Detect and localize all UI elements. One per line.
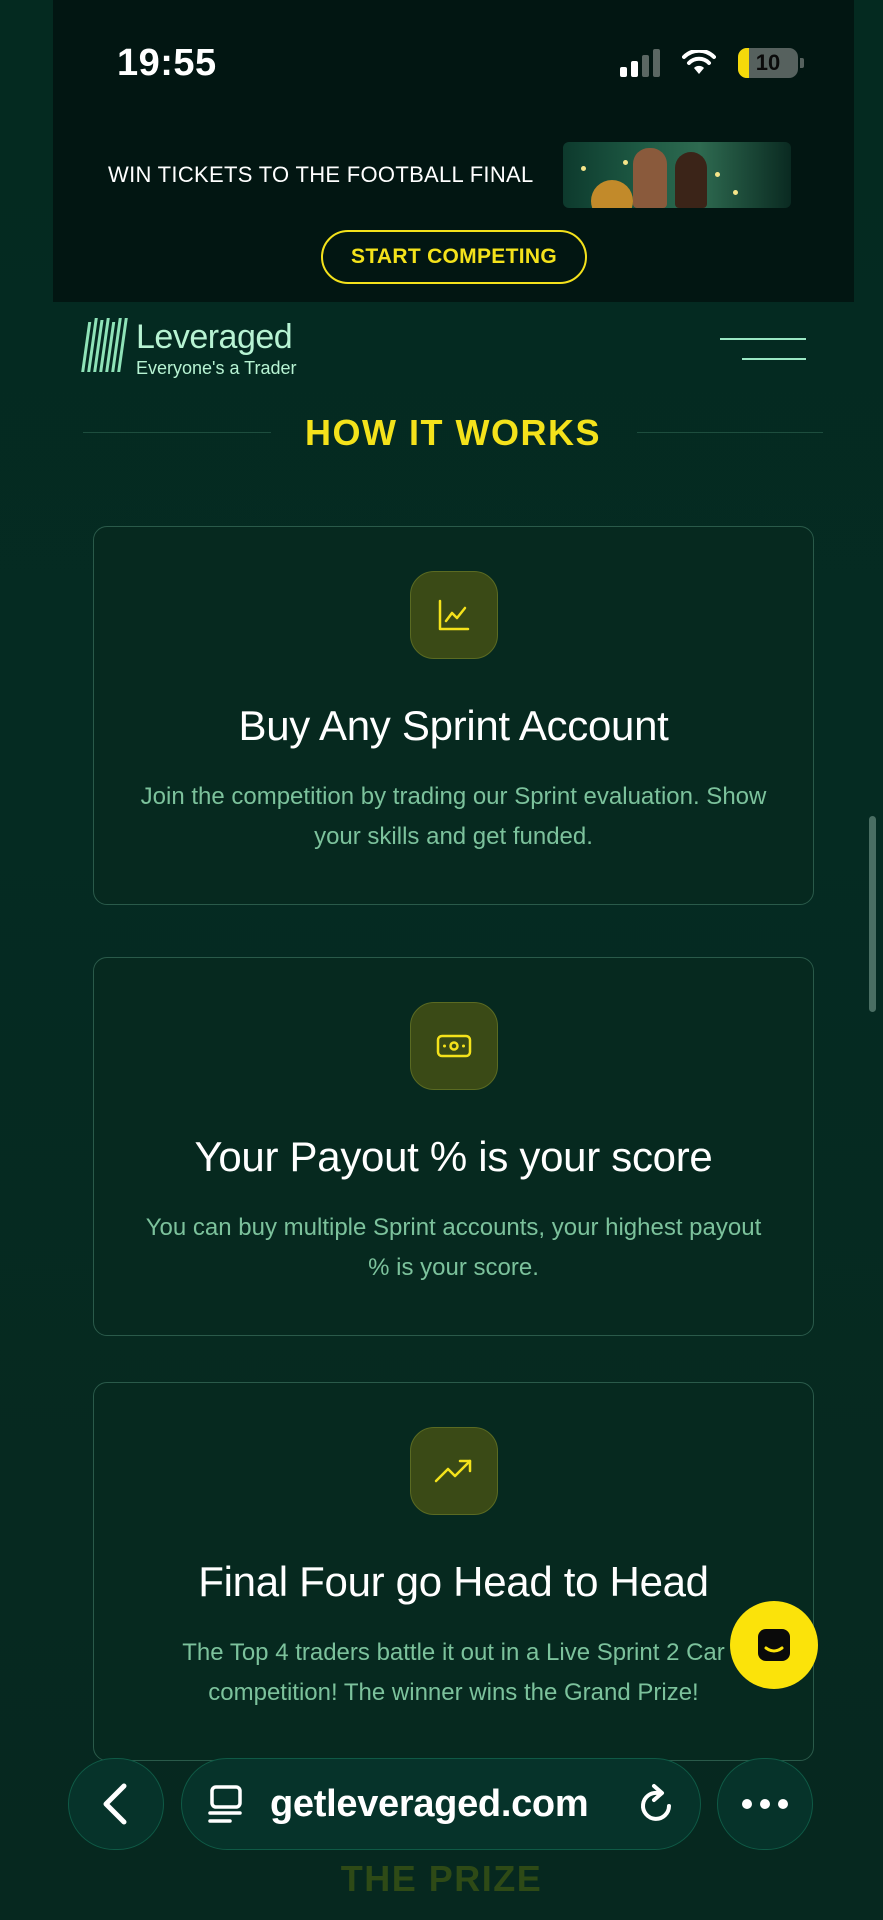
card-description: You can buy multiple Sprint accounts, yo… [145,1214,762,1281]
cellular-signal-icon [620,49,660,77]
more-icon [742,1799,788,1809]
card-title: Final Four go Head to Head [198,1558,709,1605]
card-description: The Top 4 traders battle it out in a Liv… [182,1639,725,1706]
brand-logo[interactable]: Leveraged Everyone's a Trader [81,318,297,379]
brand-name: Leveraged [136,318,293,356]
status-time: 19:55 [117,42,217,84]
menu-icon[interactable] [716,334,806,364]
status-bar: 19:55 10 [53,0,854,130]
chat-button[interactable] [730,1601,818,1689]
address-bar[interactable]: getleveraged.com [181,1758,701,1850]
section-header: HOW IT WORKS [83,410,823,456]
wifi-icon [682,50,716,74]
chat-icon [758,1629,790,1661]
step-card: Buy Any Sprint Account Join the competit… [93,526,814,905]
battery-level: 10 [755,50,781,75]
back-button[interactable] [68,1758,164,1850]
promo-banner: WIN TICKETS TO THE FOOTBALL FINAL START … [53,130,854,302]
card-title: Your Payout % is your score [194,1133,713,1180]
step-card: Final Four go Head to Head The Top 4 tra… [93,1382,814,1761]
status-icons: 10 [620,48,804,78]
logo-mark-icon [81,318,128,372]
start-competing-button[interactable]: START COMPETING [321,230,587,284]
card-title: Buy Any Sprint Account [238,702,669,749]
promo-text: WIN TICKETS TO THE FOOTBALL FINAL [108,162,534,187]
trending-up-icon [410,1427,498,1515]
back-arrow-icon [103,1783,127,1825]
next-section-title: THE PRIZE [340,1858,543,1899]
brand-tagline: Everyone's a Trader [136,358,297,378]
url-text: getleveraged.com [270,1782,589,1825]
scroll-indicator[interactable] [869,816,876,1012]
more-button[interactable] [717,1758,813,1850]
reload-icon[interactable] [636,1782,676,1826]
tabs-icon [208,1785,242,1823]
battery-icon: 10 [738,48,798,78]
line-chart-icon [410,571,498,659]
step-card: Your Payout % is your score You can buy … [93,957,814,1336]
card-description: Join the competition by trading our Spri… [140,783,767,850]
promo-image [563,142,791,208]
cash-icon [410,1002,498,1090]
section-title: HOW IT WORKS [305,412,601,453]
